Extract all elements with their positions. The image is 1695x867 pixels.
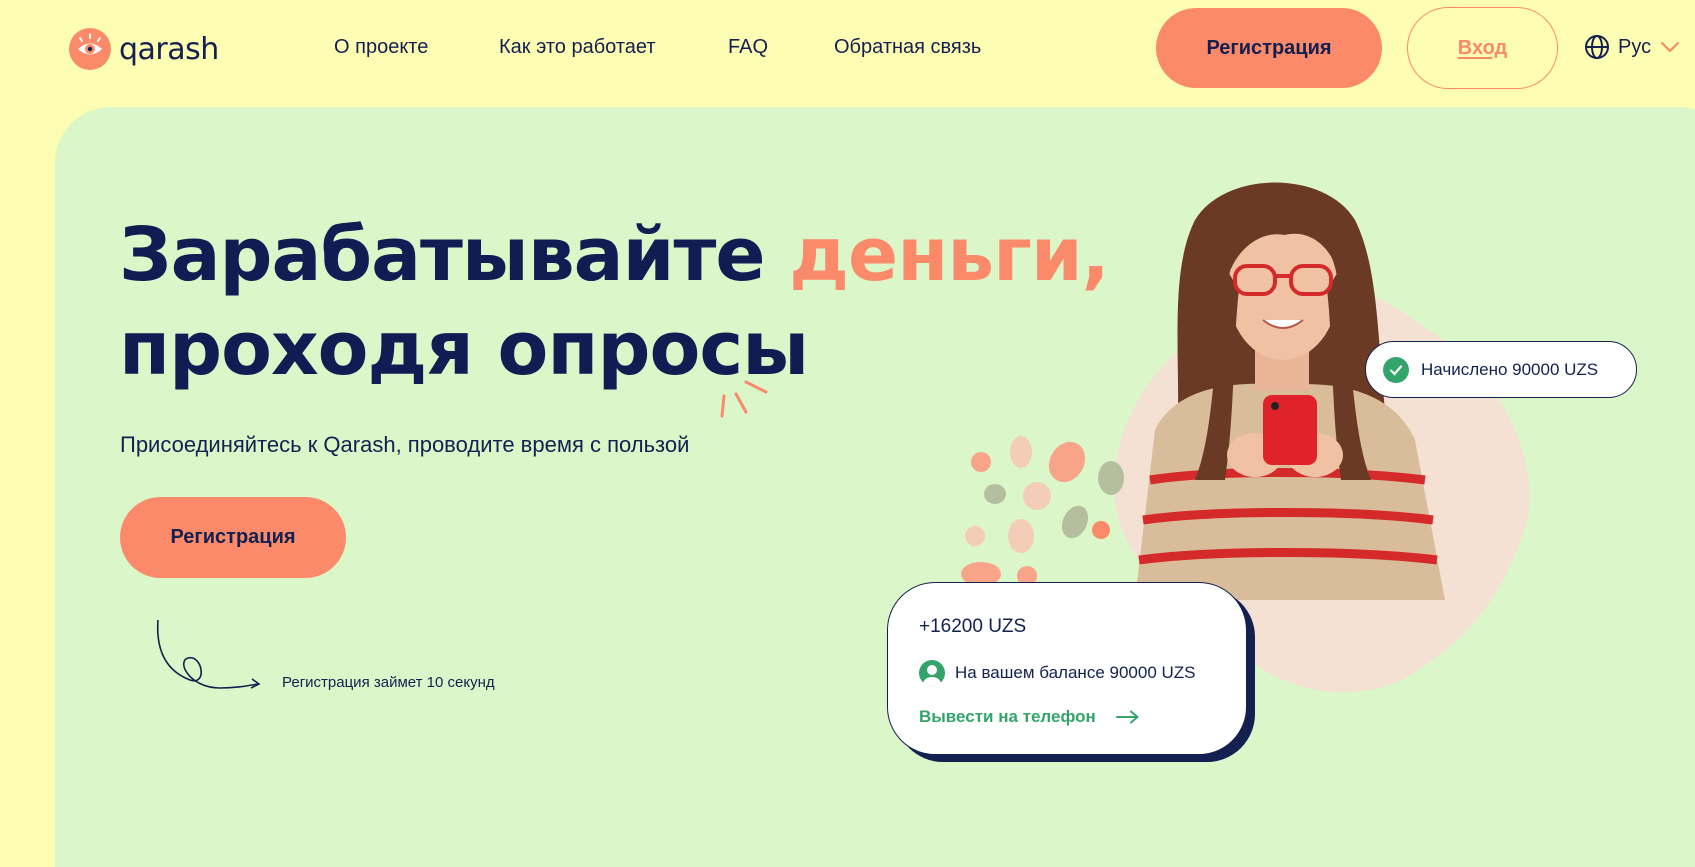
accrual-notification-text: Начислено 90000 UZS [1421,359,1599,379]
language-selector[interactable]: Рус [1584,34,1681,60]
eye-logo-icon [69,28,111,70]
nav-link-feedback[interactable]: Обратная связь [834,36,981,59]
arrow-right-icon [1115,710,1139,724]
hero-subtitle: Присоединяйтесь к Qarash, проводите врем… [120,432,690,457]
header-register-button[interactable]: Регистрация [1156,8,1382,88]
woman-with-phone-photo [1135,182,1445,600]
registration-time-note: Регистрация займет 10 секунд [282,674,495,691]
sparkle-decoration [720,380,768,418]
curly-arrow-icon [156,619,261,689]
balance-card: +16200 UZS На вашем балансе 90000 UZS Вы… [887,582,1247,755]
login-button[interactable]: Вход [1407,7,1558,89]
decorative-dots [961,436,1124,586]
user-icon [919,660,945,686]
logo-text: qarash [119,31,219,67]
chevron-down-icon [1661,41,1680,53]
hero-title-accent: деньги, [789,212,1109,298]
logo[interactable]: qarash [69,28,219,70]
language-label: Рус [1618,35,1652,58]
hero-title: Зарабатывайте деньги, проходя опросы [119,208,1110,396]
nav-link-how-it-works[interactable]: Как это работает [499,36,656,59]
nav-link-about[interactable]: О проекте [334,36,428,59]
globe-icon [1585,35,1609,59]
hero-register-button[interactable]: Регистрация [120,497,346,578]
balance-card-balance-row: На вашем балансе 90000 UZS [919,660,1196,686]
nav-link-faq[interactable]: FAQ [728,36,768,59]
accrual-notification: Начислено 90000 UZS [1365,341,1637,398]
balance-card-balance-text: На вашем балансе 90000 UZS [955,663,1196,682]
hero-title-line2: проходя опросы [119,306,809,392]
balance-card-amount: +16200 UZS [919,616,1027,637]
check-circle-icon [1383,356,1409,383]
withdraw-label: Вывести на телефон [919,707,1096,726]
hero-title-part1: Зарабатывайте [119,212,766,298]
withdraw-to-phone-link[interactable]: Вывести на телефон [919,707,1140,727]
